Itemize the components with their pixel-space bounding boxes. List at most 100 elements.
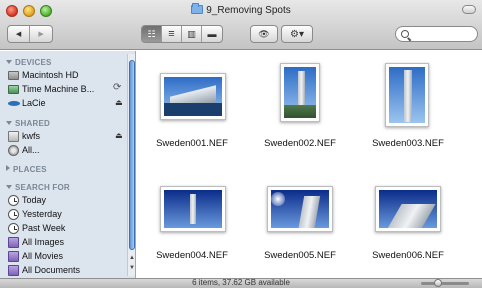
sidebar-item-label: Past Week <box>22 223 66 233</box>
file-name[interactable]: Sweden003.NEF <box>353 138 463 149</box>
folder-icon <box>191 3 204 14</box>
file-thumbnail <box>160 186 226 232</box>
clock-icon <box>8 195 19 206</box>
toolbar: 9_Removing Spots ◀ ▶ ☷ ≡ ▥ ▬ 👁 ⚙▾ <box>0 0 482 50</box>
sidebar-item-past-week[interactable]: Past Week <box>8 222 66 235</box>
sidebar-section-places[interactable]: PLACES <box>6 165 47 174</box>
column-view-icon: ▥ <box>187 28 196 39</box>
sidebar-item-all-documents[interactable]: All Documents <box>8 264 81 277</box>
search-field[interactable] <box>395 26 478 42</box>
file-name[interactable]: Sweden001.NEF <box>137 138 247 149</box>
scroll-up-icon[interactable]: ▲ <box>129 255 135 261</box>
file-name[interactable]: Sweden005.NEF <box>245 250 355 261</box>
sidebar-item-label: Time Machine B... <box>22 84 95 94</box>
sidebar-item-label: LaCie <box>22 98 46 108</box>
view-mode-control: ☷ ≡ ▥ ▬ <box>141 25 223 43</box>
sidebar-item-label: Macintosh HD <box>22 70 79 80</box>
back-forward-control: ◀ ▶ <box>7 25 53 43</box>
file-thumbnail <box>160 73 226 120</box>
gear-icon: ⚙▾ <box>290 28 304 40</box>
forward-arrow-icon: ▶ <box>38 31 44 38</box>
toolbar-toggle-button[interactable] <box>462 5 476 14</box>
sidebar-item-label: All Movies <box>22 251 64 261</box>
time-machine-drive-icon <box>8 85 19 94</box>
quick-look-button[interactable]: 👁 <box>250 25 278 43</box>
window-title: 9_Removing Spots <box>0 3 482 18</box>
photo-thumbnail-image <box>164 77 222 116</box>
finder-window: 9_Removing Spots ◀ ▶ ☷ ≡ ▥ ▬ 👁 ⚙▾ DEVICE… <box>0 0 482 288</box>
sidebar-scrollbar[interactable]: ▲ ▼ <box>127 54 135 276</box>
status-bar: 6 items, 37.62 GB available <box>0 278 482 288</box>
sidebar-item-label: All... <box>22 145 40 155</box>
icon-view-icon: ☷ <box>147 28 156 39</box>
sidebar-item-all-images[interactable]: All Images <box>8 236 65 249</box>
search-icon <box>401 30 409 38</box>
sidebar-item-kwfs[interactable]: kwfs <box>8 130 40 143</box>
section-label: SHARED <box>15 119 50 128</box>
action-menu-button[interactable]: ⚙▾ <box>281 25 313 43</box>
section-label: PLACES <box>13 165 47 174</box>
clock-icon <box>8 223 19 234</box>
list-view-icon: ≡ <box>168 28 175 40</box>
back-button[interactable]: ◀ <box>8 26 31 42</box>
file-icon-grid: Sweden001.NEF Sweden002.NEF Sweden003.NE… <box>137 51 482 278</box>
back-arrow-icon: ◀ <box>15 31 22 38</box>
sidebar-scroll-thumb[interactable] <box>129 60 135 250</box>
sidebar-item-all-shared[interactable]: All... <box>8 144 40 157</box>
sidebar-item-label: Yesterday <box>22 209 62 219</box>
icon-view-button[interactable]: ☷ <box>142 26 162 42</box>
column-view-button[interactable]: ▥ <box>182 26 202 42</box>
sidebar-item-time-machine[interactable]: Time Machine B... <box>8 83 95 96</box>
disclosure-triangle-icon <box>6 60 12 64</box>
clock-icon <box>8 209 19 220</box>
sidebar-item-label: All Images <box>22 237 65 247</box>
section-label: SEARCH FOR <box>15 183 70 192</box>
photo-thumbnail-image <box>389 67 425 123</box>
eject-icon[interactable]: ⏏ <box>115 131 123 140</box>
photo-thumbnail-image <box>379 190 437 228</box>
sidebar-item-yesterday[interactable]: Yesterday <box>8 208 62 221</box>
sidebar-item-label: kwfs <box>22 131 40 141</box>
sync-icon: ⟳ <box>113 82 122 93</box>
sidebar-item-today[interactable]: Today <box>8 194 47 207</box>
sidebar: DEVICES Macintosh HD Time Machine B... ⟳… <box>0 51 136 278</box>
file-thumbnail <box>280 63 320 122</box>
smart-folder-icon <box>8 265 19 276</box>
cover-flow-button[interactable]: ▬ <box>202 26 222 42</box>
file-thumbnail <box>385 63 429 127</box>
sidebar-section-shared[interactable]: SHARED <box>6 119 50 128</box>
file-thumbnail <box>267 186 333 232</box>
sidebar-item-label: All Documents <box>22 265 81 275</box>
shared-host-icon <box>8 131 19 142</box>
list-view-button[interactable]: ≡ <box>162 26 182 42</box>
photo-thumbnail-image <box>271 190 329 228</box>
sidebar-item-macintosh-hd[interactable]: Macintosh HD <box>8 69 79 82</box>
sidebar-item-label: Today <box>22 195 47 205</box>
eject-icon[interactable]: ⏏ <box>115 98 123 107</box>
scroll-down-icon[interactable]: ▼ <box>129 265 135 271</box>
status-text: 6 items, 37.62 GB available <box>192 278 290 287</box>
sidebar-section-search-for[interactable]: SEARCH FOR <box>6 183 70 192</box>
file-thumbnail <box>375 186 441 232</box>
section-label: DEVICES <box>15 58 52 67</box>
file-name[interactable]: Sweden004.NEF <box>137 250 247 261</box>
smart-folder-icon <box>8 251 19 262</box>
icon-size-slider-knob[interactable] <box>433 279 442 287</box>
disclosure-triangle-icon <box>6 121 12 125</box>
window-title-text: 9_Removing Spots <box>206 5 291 16</box>
disclosure-triangle-icon <box>6 165 10 171</box>
sidebar-item-all-movies[interactable]: All Movies <box>8 250 64 263</box>
disclosure-triangle-icon <box>6 185 12 189</box>
external-drive-icon <box>8 101 20 106</box>
sidebar-section-devices[interactable]: DEVICES <box>6 58 52 67</box>
file-name[interactable]: Sweden002.NEF <box>245 138 355 149</box>
file-name[interactable]: Sweden006.NEF <box>353 250 463 261</box>
icon-size-slider[interactable] <box>421 279 469 287</box>
photo-thumbnail-image <box>164 190 222 228</box>
network-icon <box>8 145 19 156</box>
smart-folder-icon <box>8 237 19 248</box>
forward-button[interactable]: ▶ <box>30 26 52 42</box>
sidebar-item-lacie[interactable]: LaCie <box>8 97 46 110</box>
hard-drive-icon <box>8 71 19 80</box>
eye-icon: 👁 <box>258 28 270 39</box>
